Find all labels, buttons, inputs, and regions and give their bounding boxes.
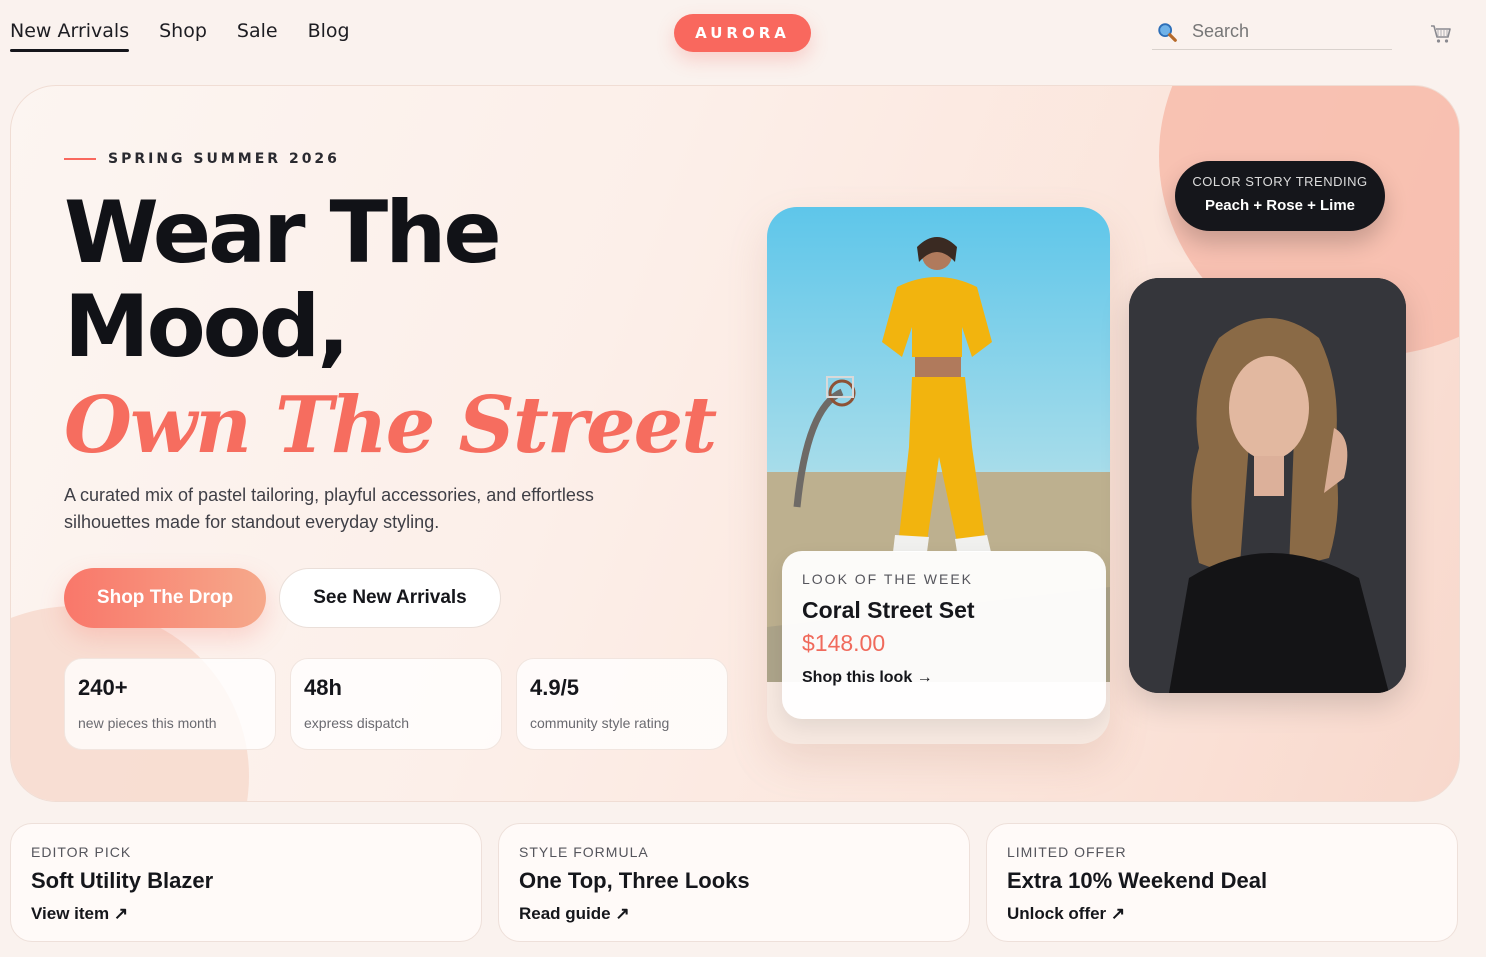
portrait-image	[1129, 278, 1406, 693]
card-kicker: STYLE FORMULA	[519, 844, 649, 860]
limited-offer-card[interactable]: LIMITED OFFER Extra 10% Weekend Deal Unl…	[986, 823, 1458, 942]
hero-description: A curated mix of pastel tailoring, playf…	[64, 485, 594, 532]
search-bar[interactable]	[1152, 14, 1392, 50]
unlock-offer-link[interactable]: Unlock offer ↗	[1007, 904, 1437, 924]
card-title: One Top, Three Looks	[519, 868, 750, 893]
brand-logo[interactable]: AURORA	[674, 14, 811, 52]
color-story-badge: COLOR STORY TRENDING Peach + Rose + Lime	[1175, 161, 1385, 231]
shop-the-drop-button[interactable]: Shop The Drop	[64, 568, 266, 628]
stat-card: 4.9/5 community style rating	[516, 658, 728, 750]
stat-label: community style rating	[530, 715, 670, 731]
look-kicker: LOOK OF THE WEEK	[802, 571, 973, 587]
hero-headline-line1: Wear The	[64, 183, 502, 283]
stat-label: express dispatch	[304, 715, 410, 731]
stat-card: 48h express dispatch	[290, 658, 502, 750]
editor-pick-card[interactable]: EDITOR PICK Soft Utility Blazer View ite…	[10, 823, 482, 942]
view-item-link[interactable]: View item ↗	[31, 904, 461, 924]
hero-section: SPRING SUMMER 2026 Wear The Mood, Own Th…	[10, 85, 1460, 802]
cart-icon[interactable]	[1430, 24, 1452, 44]
search-input[interactable]	[1192, 21, 1372, 42]
eyebrow-dash	[64, 158, 96, 160]
stat-value: 48h	[304, 675, 342, 700]
stat-card: 240+ new pieces this month	[64, 658, 276, 750]
hero-headline-line2: Mood,	[64, 277, 350, 377]
nav-link-blog[interactable]: Blog	[308, 20, 350, 52]
hero-headline-accent: Own The Street	[64, 380, 717, 471]
style-formula-card[interactable]: STYLE FORMULA One Top, Three Looks Read …	[498, 823, 970, 942]
trend-value: Peach + Rose + Lime	[1204, 197, 1356, 214]
card-kicker: EDITOR PICK	[31, 844, 132, 860]
card-title: Soft Utility Blazer	[31, 868, 214, 893]
nav-link-shop[interactable]: Shop	[159, 20, 207, 52]
card-title: Extra 10% Weekend Deal	[1007, 868, 1268, 893]
look-price: $148.00	[802, 630, 886, 656]
look-title: Coral Street Set	[802, 597, 975, 623]
see-new-arrivals-button[interactable]: See New Arrivals	[279, 568, 501, 628]
hero-headline: Wear The Mood,	[64, 183, 502, 377]
look-info-panel: LOOK OF THE WEEK Coral Street Set $148.0…	[782, 551, 1106, 719]
eyebrow-text: SPRING SUMMER 2026	[108, 151, 340, 167]
nav-link-sale[interactable]: Sale	[237, 20, 278, 52]
feature-cards: EDITOR PICK Soft Utility Blazer View ite…	[10, 823, 1458, 942]
nav-link-new-arrivals[interactable]: New Arrivals	[10, 20, 130, 52]
card-kicker: LIMITED OFFER	[1007, 844, 1127, 860]
model-portrait	[1129, 278, 1406, 693]
look-of-the-week-card[interactable]: LOOK OF THE WEEK Coral Street Set $148.0…	[767, 207, 1110, 744]
stat-value: 4.9/5	[530, 675, 579, 700]
top-nav: New Arrivals Shop Sale Blog AURORA	[0, 0, 1486, 70]
stat-label: new pieces this month	[78, 715, 217, 731]
search-icon	[1158, 22, 1177, 42]
stat-value: 240+	[78, 675, 128, 700]
shop-this-look-link[interactable]: Shop this look →	[802, 669, 1086, 687]
main-nav-links: New Arrivals Shop Sale Blog	[10, 20, 350, 52]
trend-kicker: COLOR STORY TRENDING	[1192, 174, 1368, 189]
hero-eyebrow: SPRING SUMMER 2026	[64, 151, 340, 167]
hero-stats: 240+ new pieces this month 48h express d…	[64, 658, 728, 750]
read-guide-link[interactable]: Read guide ↗	[519, 904, 949, 924]
